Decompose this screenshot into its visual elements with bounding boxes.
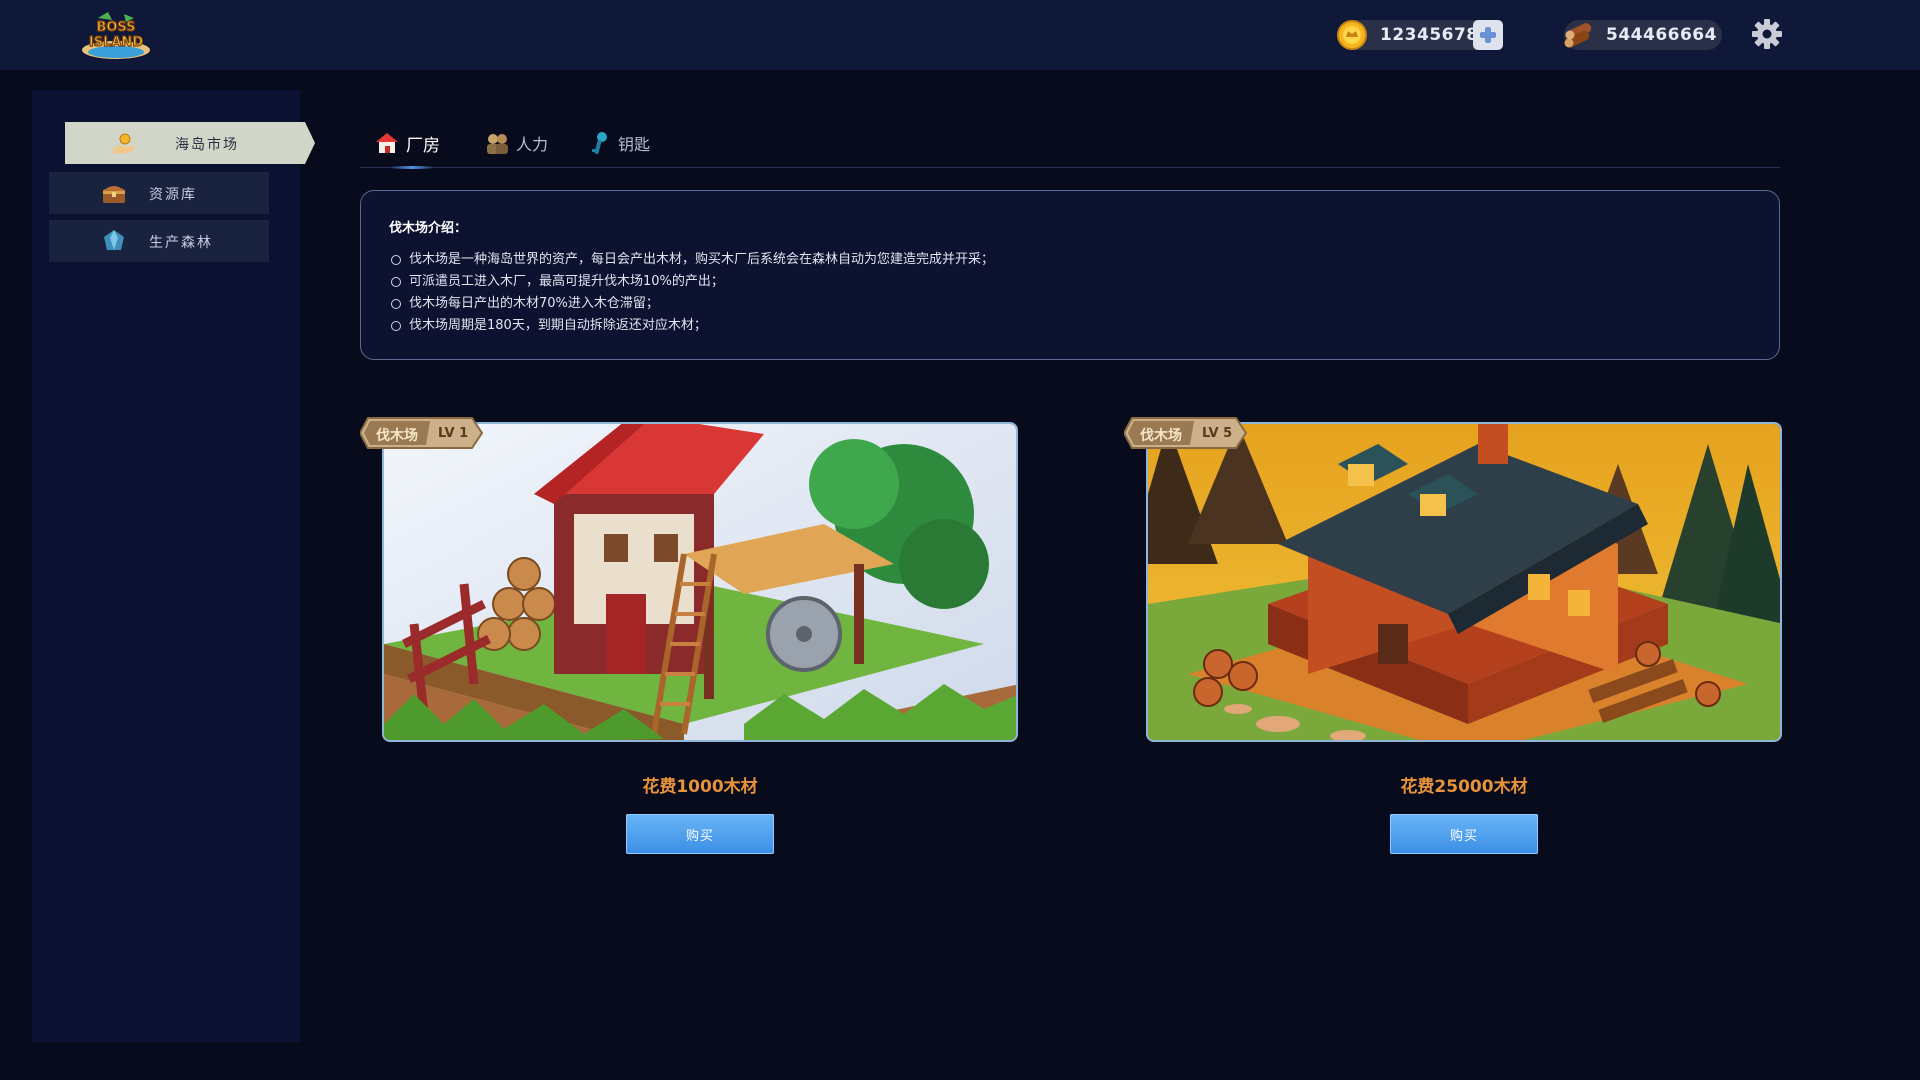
- boss-island-logo[interactable]: BOSS ISLAND: [78, 10, 154, 62]
- level-badge: [360, 417, 484, 449]
- key-icon: [592, 132, 607, 155]
- workers-icon: [487, 134, 508, 154]
- lumberyard-lv1-image[interactable]: [382, 422, 1018, 742]
- tab-factory[interactable]: 厂房: [374, 126, 440, 169]
- lumberyard-lv5-image[interactable]: [1146, 422, 1782, 742]
- gear-icon[interactable]: [1751, 18, 1783, 50]
- sidebar-item-resource-library[interactable]: 资源库: [49, 172, 269, 214]
- tab-keys[interactable]: 钥匙: [586, 126, 650, 160]
- crystal-icon: [104, 230, 124, 250]
- category-tabs: 厂房 人力 钥匙: [360, 120, 1780, 169]
- treasure-chest-icon: [103, 186, 125, 203]
- info-line: 伐木场是一种海岛世界的资产，每日会产出木材，购买木厂后系统会在森林自动为您建造完…: [409, 252, 995, 267]
- info-list-item: 伐木场是一种海岛世界的资产，每日会产出木材，购买木厂后系统会在森林自动为您建造完…: [391, 249, 994, 271]
- logo-text-boss: BOSS: [96, 20, 135, 35]
- info-list-item: 伐木场周期是180天，到期自动拆除返还对应木材；: [391, 315, 994, 337]
- lumberyard-lv1-illustration: [384, 424, 1016, 740]
- gold-coin-icon: [1337, 20, 1367, 50]
- sidebar-item-label: 生产森林: [149, 235, 213, 251]
- plus-icon: [1480, 27, 1496, 43]
- house-icon: [376, 133, 398, 153]
- price-label: 花费25000木材: [1400, 777, 1528, 797]
- lumberyard-info-panel: 伐木场介绍： 伐木场是一种海岛世界的资产，每日会产出木材，购买木厂后系统会在森林…: [360, 190, 1780, 360]
- bullet-circle-icon: [391, 321, 401, 331]
- tab-manpower[interactable]: 人力: [484, 126, 548, 160]
- sidebar-item-label: 海岛市场: [175, 137, 239, 153]
- info-line: 伐木场周期是180天，到期自动拆除返还对应木材；: [409, 318, 707, 333]
- info-list-item: 伐木场每日产出的木材70%进入木仓滞留；: [391, 293, 994, 315]
- buy-button[interactable]: 购买: [1390, 814, 1538, 854]
- tab-label: 厂房: [406, 135, 440, 156]
- info-line: 伐木场每日产出的木材70%进入木仓滞留；: [409, 296, 659, 311]
- wood-amount: 544466664: [1606, 25, 1717, 45]
- gold-amount: 12345678: [1380, 25, 1479, 45]
- info-title: 伐木场介绍：: [389, 221, 468, 236]
- add-gold-button[interactable]: [1473, 20, 1503, 50]
- sidebar-item-label: 资源库: [149, 187, 197, 203]
- info-line: 可派遣员工进入木厂，最高可提升伐木场10%的产出；: [409, 274, 724, 289]
- buy-button[interactable]: 购买: [626, 814, 774, 854]
- info-list: 伐木场是一种海岛世界的资产，每日会产出木材，购买木厂后系统会在森林自动为您建造完…: [391, 249, 994, 337]
- sidebar-item-production-forest[interactable]: 生产森林: [49, 220, 269, 262]
- top-bar: BOSS ISLAND 12345678 544466664: [0, 0, 1920, 70]
- info-list-item: 可派遣员工进入木厂，最高可提升伐木场10%的产出；: [391, 271, 994, 293]
- tab-label: 人力: [516, 135, 549, 154]
- coin-hand-icon: [113, 133, 135, 154]
- sidebar: 海岛市场 资源库 生产森林: [32, 90, 315, 1042]
- price-label: 花费1000木材: [642, 777, 758, 797]
- gold-balance: 12345678: [1337, 20, 1503, 50]
- level-badge: [1124, 417, 1248, 449]
- bullet-circle-icon: [391, 277, 401, 287]
- active-tab-indicator: [390, 166, 434, 169]
- bullet-circle-icon: [391, 255, 401, 265]
- tab-label: 钥匙: [618, 135, 651, 154]
- lumberyard-lv5-illustration: [1148, 424, 1780, 740]
- wood-log-icon: [1564, 23, 1592, 48]
- bullet-circle-icon: [391, 299, 401, 309]
- sidebar-item-island-market[interactable]: 海岛市场: [65, 122, 315, 164]
- logo-text-island: ISLAND: [89, 35, 143, 50]
- wood-balance: 544466664: [1564, 20, 1722, 50]
